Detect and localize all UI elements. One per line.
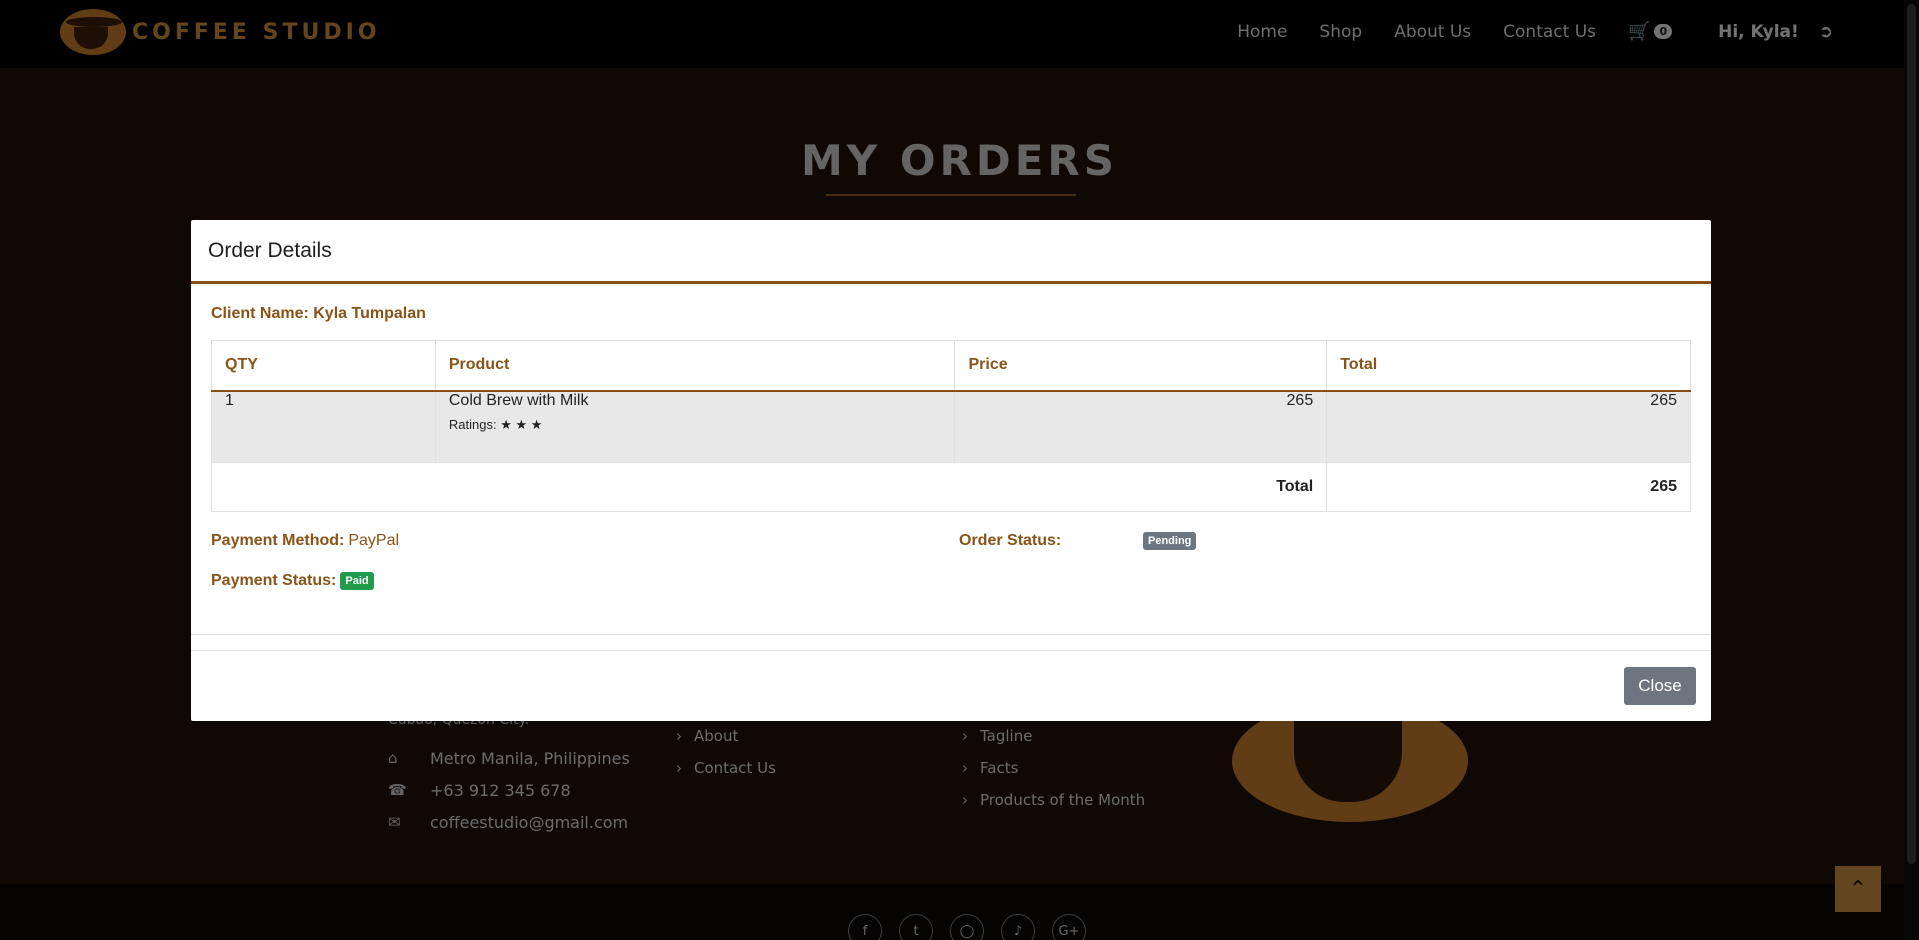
modal-title: Order Details [208,238,332,262]
table-header-row: QTY Product Price Total [211,340,1691,392]
modal-divider [191,634,1711,635]
item-price: 265 [954,390,1328,463]
table-row: 1 Cold Brew with Milk Ratings: ★ ★ ★ 265… [211,390,1691,463]
modal-header: Order Details [191,220,1711,284]
order-items-table: QTY Product Price Total 1 Cold Brew with… [210,340,1691,512]
payment-method: Payment Method: PayPal [211,530,959,552]
column-header-product: Product [434,340,956,392]
column-header-qty: QTY [211,340,436,392]
column-header-price: Price [954,340,1328,392]
order-status: Order Status: Pending [959,530,1197,552]
modal-body: Client Name: Kyla Tumpalan QTY Product P… [191,284,1711,592]
order-details-modal: Order Details Client Name: Kyla Tumpalan… [191,220,1711,721]
star-rating-icon: ★ ★ ★ [500,416,543,432]
client-name-label: Client Name: [211,305,309,322]
grand-total-value: 265 [1326,462,1691,512]
payment-method-value: PayPal [348,532,400,549]
grand-total-label: Total [210,462,1328,512]
client-name: Client Name: Kyla Tumpalan [211,305,1691,323]
order-status-label: Order Status: [959,532,1062,549]
payment-status-label: Payment Status: [211,572,337,589]
item-product-name: Cold Brew with Milk [448,391,589,409]
payment-status: Payment Status: Paid [211,570,959,592]
payment-method-label: Payment Method: [211,532,345,549]
grand-total-row: Total 265 [210,462,1691,512]
payment-info: Payment Method: PayPal Payment Status: P… [211,530,959,592]
modal-footer-divider [191,650,1711,651]
item-qty: 1 [211,390,436,463]
close-button[interactable]: Close [1624,667,1696,705]
item-total: 265 [1326,390,1691,463]
order-status-badge: Pending [1143,532,1197,550]
item-ratings: Ratings: ★ ★ ★ [449,417,942,433]
order-info: Payment Method: PayPal Payment Status: P… [211,530,1691,592]
item-product-cell: Cold Brew with Milk Ratings: ★ ★ ★ [434,390,956,463]
client-name-value: Kyla Tumpalan [313,305,426,322]
column-header-total: Total [1326,340,1691,392]
payment-status-badge: Paid [340,572,374,590]
ratings-label: Ratings: [448,416,497,432]
